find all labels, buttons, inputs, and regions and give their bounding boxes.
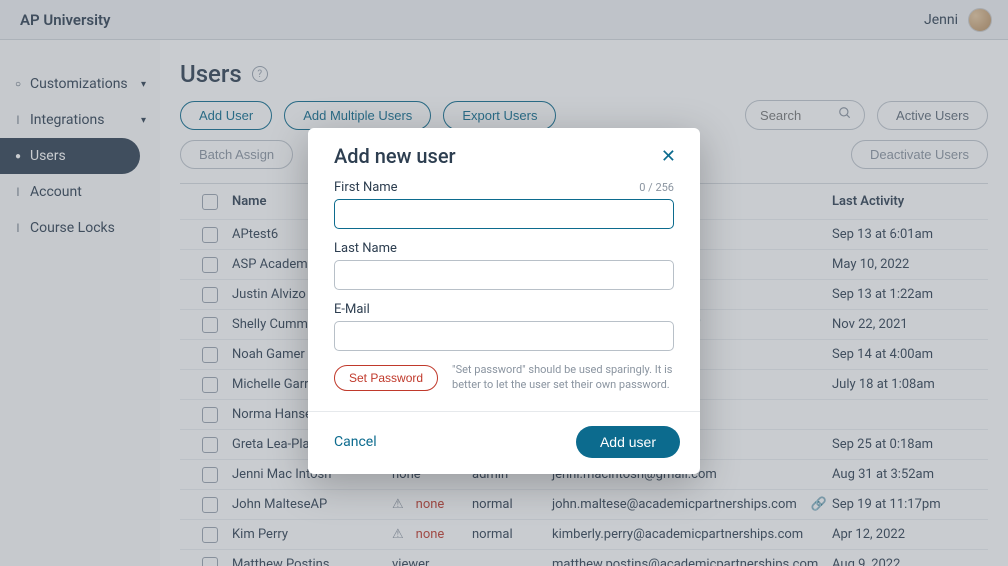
add-user-modal: Add new user ✕ First Name 0 / 256 Last N…: [308, 128, 700, 474]
email-label: E-Mail: [334, 302, 370, 317]
modal-overlay[interactable]: Add new user ✕ First Name 0 / 256 Last N…: [0, 0, 1008, 566]
cancel-button[interactable]: Cancel: [334, 434, 377, 450]
email-field[interactable]: [334, 321, 674, 351]
last-name-field[interactable]: [334, 260, 674, 290]
modal-title: Add new user: [334, 144, 456, 168]
set-password-button[interactable]: Set Password: [334, 365, 438, 391]
close-icon[interactable]: ✕: [661, 146, 676, 167]
char-count: 0 / 256: [639, 181, 674, 194]
last-name-label: Last Name: [334, 241, 397, 256]
first-name-label: First Name: [334, 180, 398, 195]
password-hint: "Set password" should be used sparingly.…: [452, 363, 674, 393]
first-name-field[interactable]: [334, 199, 674, 229]
add-user-submit-button[interactable]: Add user: [576, 426, 680, 458]
